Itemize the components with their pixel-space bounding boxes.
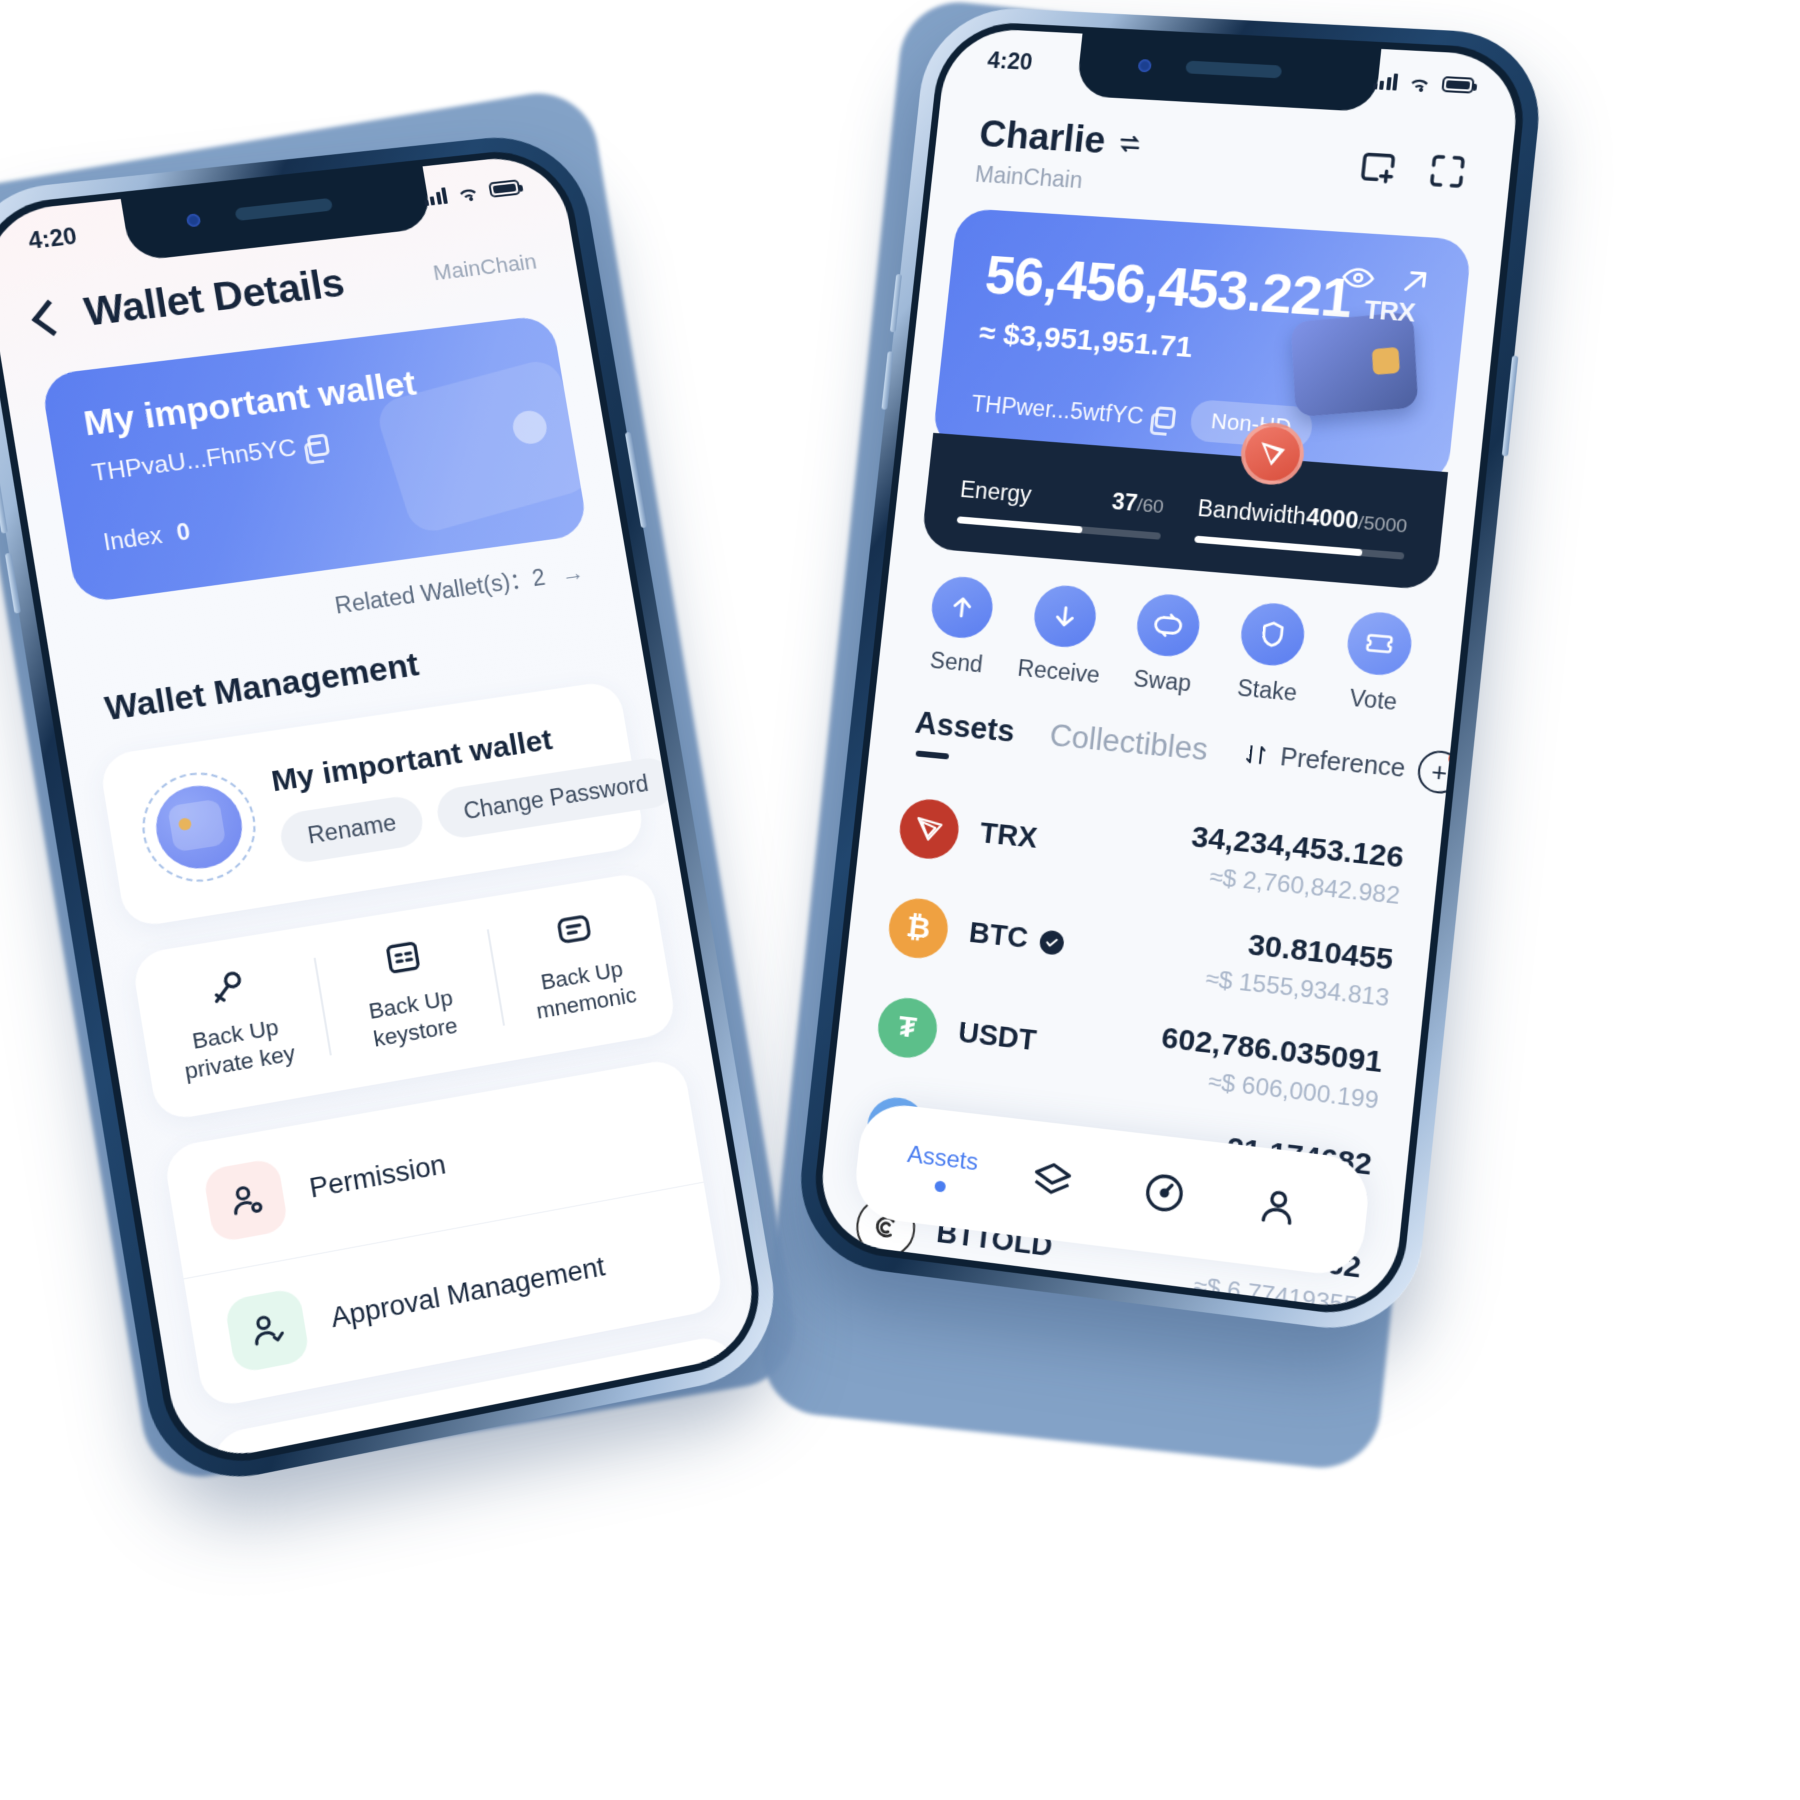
keystore-icon [319, 925, 487, 991]
energy-label: Energy [958, 476, 1033, 508]
preference-label[interactable]: Preference [1279, 743, 1407, 784]
action-receive[interactable]: Receive [1009, 582, 1117, 690]
pencil-icon [251, 1452, 338, 1467]
bandwidth-used: 4000 [1305, 503, 1360, 534]
asset-symbol: TRX [978, 817, 1039, 855]
wallet-address: THPwer...5wtfYC [970, 390, 1145, 429]
asset-symbol: USDT [956, 1016, 1038, 1058]
arrow-down-icon [1030, 583, 1099, 650]
tab-profile[interactable] [1218, 1177, 1338, 1240]
energy-resource: Energy 37/60 [956, 476, 1166, 540]
power-button[interactable] [1501, 355, 1519, 457]
rename-button[interactable]: Rename [277, 793, 427, 866]
bandwidth-label: Bandwidth [1196, 495, 1308, 530]
energy-total: /60 [1136, 495, 1165, 519]
page-title: Wallet Details [81, 261, 348, 335]
tab-assets-bottom[interactable]: Assets [884, 1138, 999, 1198]
copy-icon[interactable] [306, 433, 330, 458]
wallet-address: THPvaU...Fhn5YC [90, 434, 299, 488]
related-wallets-label: Related Wallet(s)：2 [333, 564, 548, 619]
add-token-icon[interactable]: + [1415, 748, 1465, 796]
arrow-up-icon [928, 574, 996, 641]
balance-unit: TRX [1362, 294, 1417, 328]
wallet-avatar-icon [150, 779, 249, 875]
cellular-signal-icon [422, 186, 448, 206]
scan-icon[interactable] [1424, 149, 1471, 193]
action-vote[interactable]: Vote [1322, 608, 1433, 718]
eye-icon[interactable] [1339, 260, 1377, 296]
trx-icon [896, 796, 962, 862]
battery-icon [488, 179, 521, 198]
mnemonic-icon [492, 897, 656, 962]
arrow-right-icon: → [558, 558, 586, 587]
volume-up-button[interactable] [0, 472, 8, 534]
menu-title: Multi-signature transaction [350, 1374, 674, 1467]
left-screen: 4:20 Wallet Details MainChain My importa… [0, 151, 763, 1467]
menu-title: Permission [307, 1149, 448, 1204]
tab-layers[interactable] [994, 1150, 1111, 1212]
energy-progress [956, 516, 1083, 534]
menu-subtitle: Request or process multisig transactions [358, 1421, 635, 1467]
index-label: Index [101, 522, 164, 556]
ticket-icon [1344, 609, 1415, 678]
add-wallet-icon[interactable] [1355, 145, 1402, 189]
usdt-icon: ₮ [875, 994, 941, 1061]
profile-tab-icon [1253, 1181, 1303, 1231]
backup-keystore-button[interactable]: Back Up keystore [313, 924, 504, 1062]
tab-assets[interactable]: Assets [913, 705, 1016, 750]
wifi-icon [1410, 78, 1429, 92]
permission-user-icon [202, 1157, 290, 1244]
shield-icon [1238, 600, 1308, 669]
layers-tab-icon [1028, 1154, 1076, 1203]
active-dot [933, 1179, 946, 1193]
swap-icon [1134, 591, 1203, 659]
avatar-ring [134, 765, 264, 890]
wifi-icon [459, 188, 478, 202]
cellular-signal-icon [1372, 72, 1399, 91]
chevron-left-icon[interactable] [31, 299, 70, 336]
chain-label: MainChain [431, 248, 539, 285]
energy-used: 37 [1110, 488, 1139, 516]
tab-label: Assets [906, 1140, 980, 1176]
action-send[interactable]: Send [907, 573, 1014, 680]
btc-icon: ₿ [886, 895, 951, 961]
verified-badge-icon [1038, 928, 1065, 956]
switch-icon[interactable] [1116, 130, 1144, 157]
key-icon [141, 953, 313, 1020]
backup-mnemonic-button[interactable]: Back Up mnemonic [486, 896, 673, 1032]
action-stake[interactable]: Stake [1216, 599, 1326, 709]
action-swap[interactable]: Swap [1112, 590, 1221, 699]
chain-label: MainChain [973, 161, 1084, 193]
menu-title: Approval Management [328, 1251, 607, 1334]
sort-icon[interactable] [1243, 742, 1270, 768]
backup-private-key-button[interactable]: Back Up private key [135, 952, 331, 1092]
left-phone: 4:20 Wallet Details MainChain My importa… [0, 128, 788, 1494]
balance-amount: 56,456,453.221 [982, 243, 1355, 330]
index-value: 0 [174, 518, 192, 546]
tab-explore[interactable] [1105, 1164, 1223, 1227]
account-name[interactable]: Charlie [977, 114, 1107, 163]
right-screen: 4:20 Charlie MainChain 56,456,453.221 TR… [815, 26, 1523, 1314]
status-time: 4:20 [26, 222, 79, 254]
status-time: 4:20 [986, 46, 1034, 75]
bandwidth-progress [1194, 535, 1363, 557]
bandwidth-total: /5000 [1357, 512, 1409, 538]
notification-dot [1447, 750, 1465, 768]
battery-icon [1441, 76, 1475, 94]
approval-user-check-icon [223, 1287, 311, 1375]
bandwidth-resource: Bandwidth 4000/5000 [1194, 495, 1409, 560]
screenshot-stage: 4:20 Wallet Details MainChain My importa… [0, 0, 1800, 1800]
copy-icon[interactable] [1154, 406, 1177, 430]
explore-tab-icon [1140, 1168, 1189, 1218]
asset-symbol: BTC [967, 916, 1030, 955]
arrow-up-right-icon[interactable] [1396, 263, 1434, 299]
